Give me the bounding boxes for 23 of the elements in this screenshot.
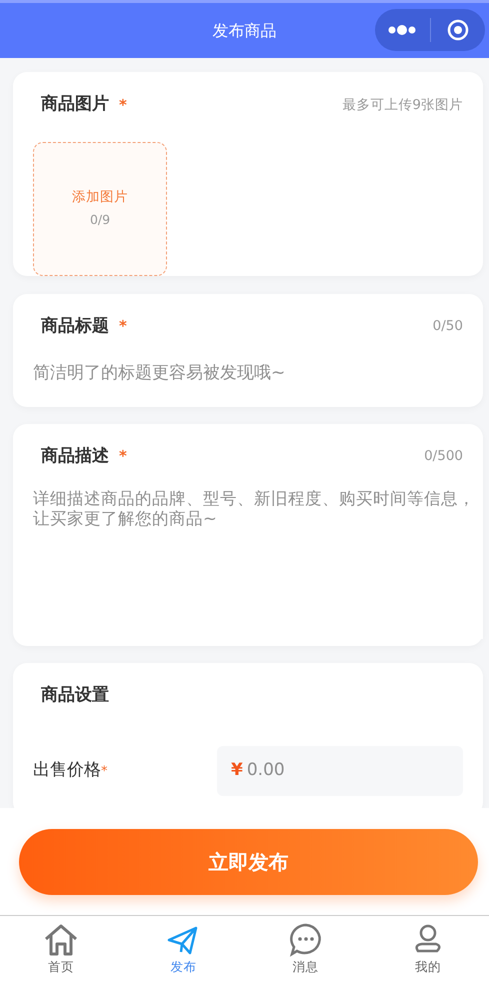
section-title: 商品设置 — [41, 684, 109, 706]
section-title: 商品标题 — [41, 314, 109, 338]
price-label: 出售价格* — [33, 759, 108, 782]
required-mark: * — [119, 446, 127, 467]
description-card[interactable]: 商品描述 * 0/500 详细描述商品的品牌、型号、新旧程度、购买时间等信息，让买家更了解您的商品~ — [13, 424, 483, 646]
page-title: 发布商品 — [212, 20, 276, 42]
required-mark: * — [119, 94, 127, 116]
required-mark: * — [119, 316, 127, 337]
home-icon — [43, 922, 80, 958]
upload-hint: 最多可上传9张图片 — [342, 96, 463, 115]
tab-item[interactable]: 我的 — [366, 916, 489, 989]
character-counter: 0/50 — [432, 317, 463, 336]
price-field[interactable]: ¥ 0.00 — [217, 746, 463, 796]
section-title: 商品描述 — [41, 444, 109, 468]
character-counter: 0/500 — [424, 447, 463, 466]
title-input[interactable]: 简洁明了的标题更容易被发现哦~ — [33, 361, 473, 386]
tab-item[interactable]: 发布 — [122, 916, 244, 989]
price-input[interactable]: 0.00 — [246, 758, 463, 784]
tab-item[interactable]: 首页 — [0, 916, 122, 989]
description-input[interactable]: 详细描述商品的品牌、型号、新旧程度、购买时间等信息，让买家更了解您的商品~ — [33, 489, 483, 639]
chat-bubble-icon — [288, 922, 324, 958]
section-title: 商品图片 — [41, 93, 109, 116]
tab-item[interactable]: 消息 — [244, 916, 367, 989]
